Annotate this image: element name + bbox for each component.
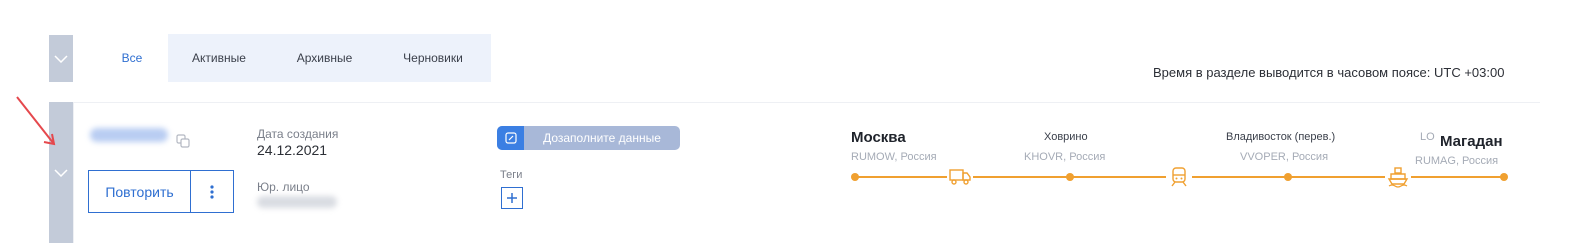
- chevron-down-icon: [54, 168, 68, 177]
- destination-city: Магадан: [1440, 133, 1503, 150]
- copy-icon[interactable]: [176, 134, 190, 148]
- legal-entity-redacted: [257, 196, 337, 208]
- more-actions-button[interactable]: [190, 170, 234, 213]
- created-date-label: Дата создания: [257, 127, 339, 141]
- route-point-origin: [851, 173, 859, 181]
- status-tabs: Все Активные Архивные Черновики: [96, 34, 491, 82]
- tab-archived[interactable]: Архивные: [270, 34, 379, 82]
- timezone-note: Время в разделе выводится в часовом пояс…: [1153, 65, 1505, 80]
- tags-label: Теги: [500, 169, 523, 181]
- order-card: [73, 102, 1540, 243]
- stop2-station: Владивосток (перев.): [1226, 131, 1336, 143]
- repeat-button[interactable]: Повторить: [88, 170, 191, 213]
- order-number-redacted[interactable]: [90, 128, 168, 142]
- stop1-code: KHOVR, Россия: [1024, 151, 1106, 163]
- annotation-arrow-icon: [16, 96, 56, 146]
- tab-drafts[interactable]: Черновики: [379, 34, 487, 82]
- collapse-filters-toggle[interactable]: [49, 35, 73, 82]
- truck-icon: [947, 166, 973, 188]
- route-point-stop2: [1284, 173, 1292, 181]
- created-date-value: 24.12.2021: [257, 142, 328, 158]
- route-point-destination: [1500, 173, 1508, 181]
- route-point-stop1: [1066, 173, 1074, 181]
- orders-page: Все Активные Архивные Черновики Время в …: [0, 0, 1585, 243]
- legal-entity-label: Юр. лицо: [257, 180, 310, 194]
- destination-code: RUMAG, Россия: [1415, 155, 1499, 167]
- kebab-menu-icon: [210, 184, 214, 199]
- train-icon: [1166, 166, 1192, 188]
- add-tag-button[interactable]: [501, 187, 523, 209]
- tab-active[interactable]: Активные: [168, 34, 270, 82]
- ship-icon: [1385, 166, 1411, 188]
- origin-city: Москва: [851, 129, 906, 146]
- edit-icon: [497, 126, 524, 150]
- complete-data-label: Дозаполните данные: [543, 131, 661, 145]
- stop2-code: VVOPER, Россия: [1240, 151, 1329, 163]
- stop1-station: Ховрино: [1044, 131, 1088, 143]
- destination-prefix: LO: [1420, 131, 1435, 143]
- tab-all[interactable]: Все: [96, 34, 168, 82]
- origin-code: RUMOW, Россия: [851, 151, 937, 163]
- complete-data-badge[interactable]: Дозаполните данные: [497, 126, 680, 150]
- chevron-down-icon: [54, 54, 68, 63]
- plus-icon: [507, 193, 517, 203]
